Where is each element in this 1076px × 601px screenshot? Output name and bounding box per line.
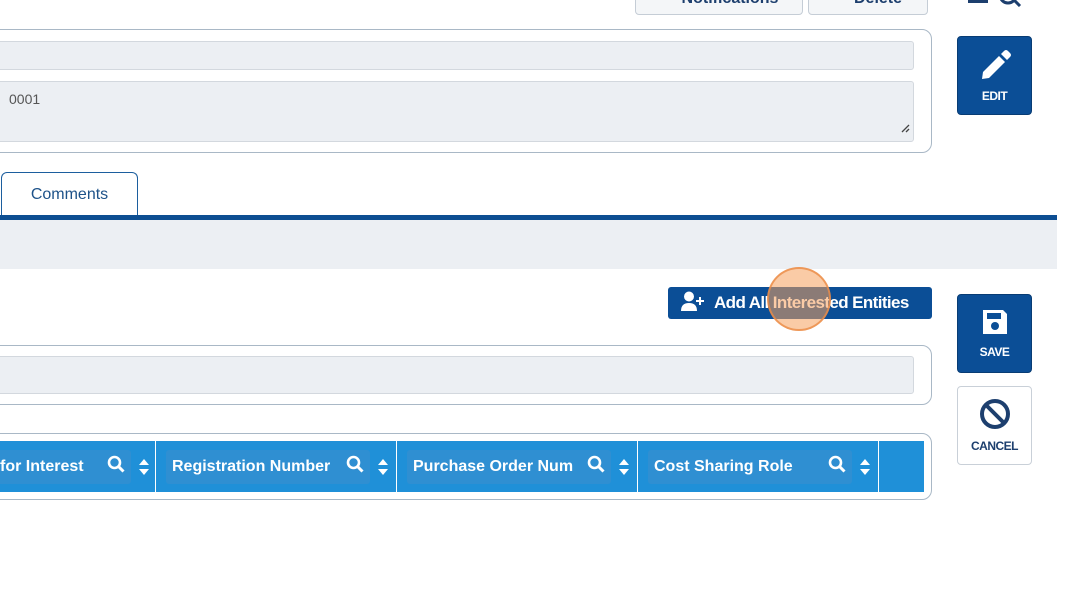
sort-icon[interactable]: [137, 458, 151, 475]
column-label-registration: Registration Number: [172, 457, 331, 475]
search-icon[interactable]: [828, 455, 846, 478]
bell-icon: [660, 0, 674, 8]
details-panel: 0001: [0, 29, 932, 153]
user-plus-icon: [681, 291, 705, 316]
delete-button[interactable]: Delete: [808, 0, 928, 15]
column-filter-cost-sharing[interactable]: Cost Sharing Role: [648, 449, 852, 484]
details-textarea-value: 0001: [9, 91, 41, 107]
notifications-label: Notifications: [682, 0, 779, 8]
list-search-icon[interactable]: [968, 0, 1028, 8]
cancel-button[interactable]: CANCEL: [957, 386, 1032, 465]
tab-comments[interactable]: Comments: [1, 172, 138, 216]
column-label-interest: for Interest: [0, 457, 84, 475]
sort-icon[interactable]: [376, 458, 390, 475]
edit-button[interactable]: EDIT: [957, 36, 1032, 115]
column-filter-interest[interactable]: for Interest: [0, 449, 132, 484]
search-icon[interactable]: [107, 455, 125, 478]
column-header-interest: for Interest: [0, 441, 156, 492]
ban-icon: [979, 398, 1011, 433]
column-header-purchase-order: Purchase Order Num: [397, 441, 638, 492]
search-input[interactable]: [0, 356, 914, 394]
search-panel: [0, 345, 932, 405]
edit-label: EDIT: [981, 89, 1008, 103]
search-icon[interactable]: [346, 455, 364, 478]
details-textarea[interactable]: 0001: [0, 81, 914, 142]
resize-handle-icon[interactable]: [901, 120, 910, 138]
tab-content-bar: [0, 220, 1057, 269]
cancel-label: CANCEL: [971, 439, 1019, 453]
add-all-interested-entities-button[interactable]: Add All Interested Entities: [668, 287, 932, 319]
delete-label: Delete: [854, 0, 902, 8]
sort-icon[interactable]: [858, 458, 872, 475]
floppy-disk-icon: [981, 308, 1009, 339]
notifications-button[interactable]: Notifications: [635, 0, 803, 15]
save-label: SAVE: [979, 345, 1010, 359]
column-header-cost-sharing: Cost Sharing Role: [638, 441, 879, 492]
sort-icon[interactable]: [617, 458, 631, 475]
column-filter-registration[interactable]: Registration Number: [166, 449, 370, 484]
pencil-icon: [979, 48, 1011, 83]
column-label-purchase-order: Purchase Order Num: [413, 457, 574, 475]
column-header-registration: Registration Number: [156, 441, 397, 492]
add-all-label: Add All Interested Entities: [714, 293, 909, 312]
save-button[interactable]: SAVE: [957, 294, 1032, 373]
details-input[interactable]: [0, 41, 914, 70]
trash-icon: [834, 0, 846, 8]
search-icon[interactable]: [587, 455, 605, 478]
column-filter-purchase-order[interactable]: Purchase Order Num: [407, 449, 611, 484]
tab-comments-label: Comments: [30, 185, 109, 203]
column-label-cost-sharing: Cost Sharing Role: [654, 457, 793, 475]
